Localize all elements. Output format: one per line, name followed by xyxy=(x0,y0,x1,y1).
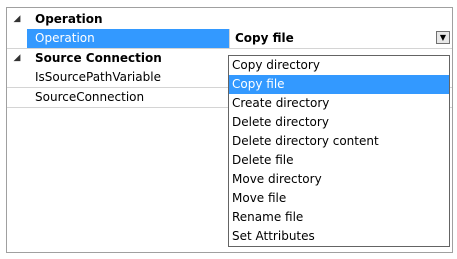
property-value-combobox[interactable]: Copy file ▼ xyxy=(229,29,452,48)
property-name[interactable]: SourceConnection xyxy=(27,88,229,107)
property-value: Copy file xyxy=(235,31,294,45)
collapse-triangle-icon[interactable]: ◢ xyxy=(7,10,27,29)
dropdown-option-copy-directory[interactable]: Copy directory xyxy=(229,56,449,75)
dropdown-arrow-button[interactable]: ▼ xyxy=(436,31,450,44)
dropdown-option-set-attributes[interactable]: Set Attributes xyxy=(229,227,449,246)
property-row-operation[interactable]: Operation Copy file ▼ xyxy=(7,29,452,48)
dropdown-option-create-directory[interactable]: Create directory xyxy=(229,94,449,113)
property-name[interactable]: IsSourcePathVariable xyxy=(27,68,229,87)
category-label: Source Connection xyxy=(35,51,162,65)
category-operation[interactable]: ◢ Operation xyxy=(7,10,452,29)
category-label: Operation xyxy=(35,12,103,26)
property-name[interactable]: Operation xyxy=(27,29,229,48)
operation-dropdown-list[interactable]: Copy directory Copy file Create director… xyxy=(228,55,450,247)
collapse-triangle-icon[interactable]: ◢ xyxy=(7,49,27,68)
dropdown-option-copy-file[interactable]: Copy file xyxy=(229,75,449,94)
dropdown-option-move-file[interactable]: Move file xyxy=(229,189,449,208)
dropdown-option-delete-directory-content[interactable]: Delete directory content xyxy=(229,132,449,151)
dropdown-option-delete-file[interactable]: Delete file xyxy=(229,151,449,170)
dropdown-option-move-directory[interactable]: Move directory xyxy=(229,170,449,189)
dropdown-option-rename-file[interactable]: Rename file xyxy=(229,208,449,227)
dropdown-option-delete-directory[interactable]: Delete directory xyxy=(229,113,449,132)
